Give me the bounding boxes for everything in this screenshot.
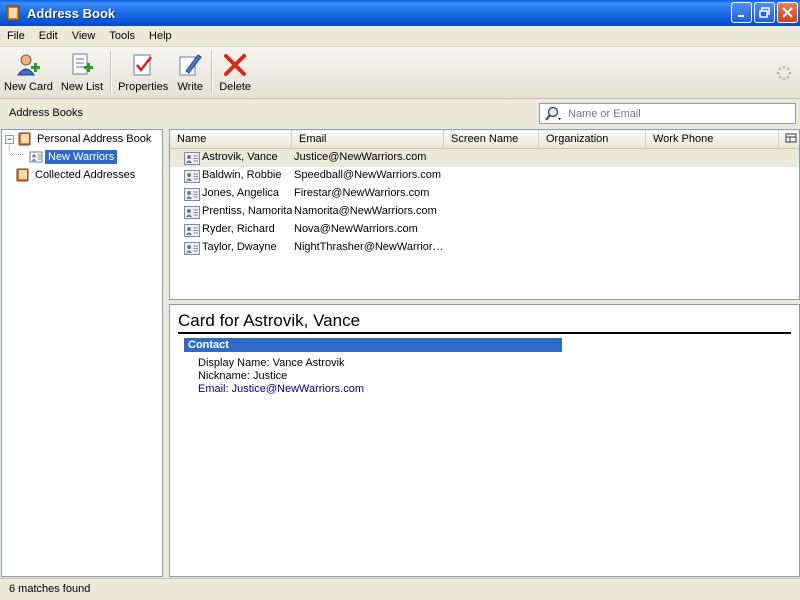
- contact-email: Namorita@NewWarriors.com: [294, 205, 437, 217]
- contact-row[interactable]: Ryder, Richard Nova@NewWarriors.com: [170, 221, 799, 239]
- mailing-list-icon: [29, 151, 43, 163]
- contact-email: Justice@NewWarriors.com: [294, 151, 427, 163]
- write-label: Write: [177, 81, 203, 93]
- tree-label: Personal Address Book: [37, 133, 152, 145]
- column-header-row: Name Email Screen Name Organization Work…: [170, 130, 799, 149]
- contact-card-icon: [184, 224, 200, 237]
- email-link[interactable]: Email: Justice@NewWarriors.com: [198, 383, 364, 395]
- menu-help[interactable]: Help: [142, 30, 179, 42]
- contact-card-icon: [184, 188, 200, 201]
- new-list-icon: [72, 53, 93, 75]
- menu-bar: File Edit View Tools Help: [0, 26, 800, 47]
- activity-throbber-icon: [776, 65, 792, 81]
- contact-row[interactable]: Jones, Angelica Firestar@NewWarriors.com: [170, 185, 799, 203]
- column-header-email[interactable]: Email: [292, 130, 444, 149]
- tree-item-new-warriors[interactable]: New Warriors: [29, 148, 118, 166]
- toolbar-separator: [211, 51, 213, 93]
- address-book-icon: [18, 132, 31, 146]
- contact-email: Firestar@NewWarriors.com: [294, 187, 430, 199]
- close-icon: [782, 7, 793, 18]
- contact-row[interactable]: Prentiss, Namorita Namorita@NewWarriors.…: [170, 203, 799, 221]
- card-view-pane: Card for Astrovik, Vance Contact Display…: [169, 304, 800, 577]
- title-bar[interactable]: Address Book: [0, 0, 800, 26]
- contact-name: Astrovik, Vance: [202, 151, 278, 163]
- new-list-button[interactable]: New List: [57, 47, 107, 97]
- window-title: Address Book: [27, 5, 116, 21]
- restore-icon: [759, 7, 770, 18]
- status-bar: 6 matches found: [0, 578, 800, 600]
- address-book-icon: [16, 168, 29, 182]
- tree-label: Collected Addresses: [35, 169, 136, 181]
- card-title: Card for Astrovik, Vance: [178, 311, 791, 334]
- delete-icon: [224, 54, 247, 76]
- menu-file[interactable]: File: [0, 30, 32, 42]
- contact-name: Jones, Angelica: [202, 187, 280, 199]
- address-book-tree[interactable]: − Personal Address Book New Warriors Col…: [1, 129, 163, 577]
- column-header-organization[interactable]: Organization: [539, 130, 646, 149]
- contact-name: Taylor, Dwayne: [202, 241, 277, 253]
- maximize-button[interactable]: [754, 2, 775, 23]
- menu-tools[interactable]: Tools: [102, 30, 142, 42]
- column-picker-icon[interactable]: [785, 133, 797, 145]
- contact-card-icon: [184, 170, 200, 183]
- tree-label: New Warriors: [45, 150, 118, 164]
- search-box[interactable]: [539, 103, 796, 124]
- tree-item-collected-addresses[interactable]: Collected Addresses: [16, 166, 138, 184]
- delete-label: Delete: [219, 81, 252, 93]
- properties-button[interactable]: Properties: [114, 47, 172, 97]
- contact-email: Speedball@NewWarriors.com: [294, 169, 442, 181]
- search-input[interactable]: [568, 107, 788, 120]
- properties-icon: [133, 54, 153, 76]
- new-card-icon: [17, 54, 41, 76]
- contact-section-heading: Contact: [184, 338, 562, 352]
- tree-connector-lines: [9, 145, 23, 155]
- column-header-screen-name[interactable]: Screen Name: [444, 130, 539, 149]
- contacts-results-list[interactable]: Name Email Screen Name Organization Work…: [169, 129, 800, 300]
- contact-card-icon: [184, 242, 200, 255]
- minimize-icon: [737, 14, 744, 17]
- contact-row[interactable]: Baldwin, Robbie Speedball@NewWarriors.co…: [170, 167, 799, 185]
- new-list-label: New List: [60, 81, 104, 93]
- new-card-button[interactable]: New Card: [0, 47, 57, 97]
- column-header-work-phone[interactable]: Work Phone: [646, 130, 779, 149]
- contact-name: Baldwin, Robbie: [202, 169, 282, 181]
- toolbar-separator: [110, 51, 112, 93]
- write-button[interactable]: Write: [172, 47, 208, 97]
- toolbar: New Card New List Properties Write Delet…: [0, 47, 800, 99]
- match-count: 6 matches found: [9, 583, 91, 595]
- contact-row[interactable]: Astrovik, Vance Justice@NewWarriors.com: [170, 149, 799, 167]
- collapse-toggle-icon[interactable]: −: [5, 134, 14, 144]
- contact-row[interactable]: Taylor, Dwayne NightThrasher@NewWarrior…: [170, 239, 799, 257]
- address-book-app-icon: [6, 5, 20, 21]
- address-books-header-row: Address Books: [0, 99, 800, 129]
- minimize-button[interactable]: [731, 2, 752, 23]
- nickname-line: Nickname: Justice: [198, 370, 288, 382]
- contact-name: Prentiss, Namorita: [202, 205, 293, 217]
- contact-card-icon: [184, 152, 200, 165]
- delete-button[interactable]: Delete: [215, 47, 255, 97]
- write-icon: [179, 54, 202, 76]
- contact-email: Nova@NewWarriors.com: [294, 223, 418, 235]
- contact-email: NightThrasher@NewWarrior…: [294, 241, 444, 253]
- close-button[interactable]: [777, 2, 798, 23]
- menu-view[interactable]: View: [65, 30, 103, 42]
- contact-card-icon: [184, 206, 200, 219]
- new-card-label: New Card: [4, 81, 53, 93]
- display-name-line: Display Name: Vance Astrovik: [198, 357, 345, 369]
- search-icon[interactable]: [544, 106, 564, 122]
- properties-label: Properties: [118, 81, 169, 93]
- column-header-name[interactable]: Name: [170, 130, 292, 149]
- contact-name: Ryder, Richard: [202, 223, 275, 235]
- address-books-heading: Address Books: [9, 107, 83, 119]
- menu-edit[interactable]: Edit: [32, 30, 65, 42]
